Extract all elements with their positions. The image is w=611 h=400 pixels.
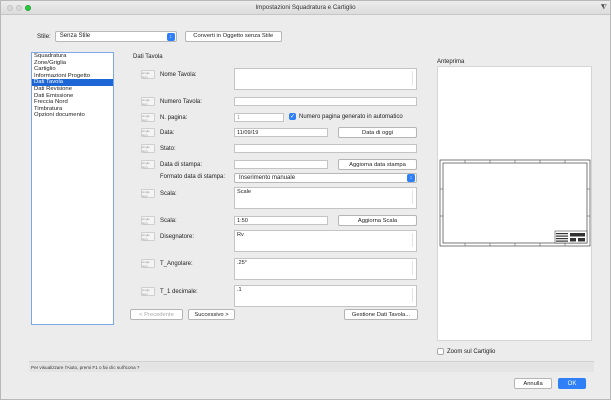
zoom-title-block-label: Zoom sul Cartiglio xyxy=(447,348,496,355)
update-scale-button[interactable]: Aggiorna Scala xyxy=(338,215,417,226)
t-decimale-field[interactable]: .1 xyxy=(234,285,417,307)
formato-data-label: Formato data di stampa: xyxy=(160,174,226,180)
dialog-window: Impostazioni Squadratura e Cartiglio ⧨ S… xyxy=(0,0,611,400)
field-tag[interactable]: single sign xyxy=(141,216,155,225)
disegnatore-value: Rv xyxy=(237,232,244,238)
nome-tavola-field[interactable] xyxy=(234,68,417,90)
disegnatore-row: single sign Disegnatore: xyxy=(141,232,194,241)
data-field[interactable]: 11/09/19 xyxy=(234,128,328,137)
window-title: Impostazioni Squadratura e Cartiglio xyxy=(255,4,356,11)
update-print-date-button[interactable]: Aggiorna data stampa xyxy=(338,159,417,170)
numero-tavola-label: Numero Tavola: xyxy=(160,98,202,105)
scala-label: Scala: xyxy=(160,217,177,224)
chevron-updown-icon: ↕ xyxy=(166,32,175,41)
scrollbar[interactable] xyxy=(412,190,415,204)
field-tag[interactable]: single sign xyxy=(141,128,155,137)
sheet-border-preview xyxy=(439,159,591,247)
t-angolare-label: T_Angolare: xyxy=(160,260,193,267)
sidebar-item-informazioni-progetto[interactable]: Informazioni Progetto xyxy=(32,73,113,80)
convert-unstyled-button[interactable]: Converti in Oggetto senza Stile xyxy=(184,30,282,42)
scala-text-value: Scale xyxy=(237,189,251,195)
cancel-button[interactable]: Annulla xyxy=(514,378,552,389)
chevron-updown-icon: ↕ xyxy=(407,174,415,182)
nome-tavola-label: Nome Tavola: xyxy=(160,71,197,78)
auto-page-number-checkbox[interactable]: ✓ xyxy=(289,113,296,120)
sidebar-item-zone-griglia[interactable]: Zone/Griglia xyxy=(32,60,113,67)
previous-button[interactable]: < Precedente xyxy=(130,309,183,320)
n-pagina-row: single sign N. pagina: xyxy=(141,113,187,122)
sidebar-item-cartiglio[interactable]: Cartiglio xyxy=(32,66,113,73)
data-stampa-row: single sign Data di stampa: xyxy=(141,160,202,169)
data-row: single sign Data: xyxy=(141,128,174,137)
sidebar-item-dati-emissione[interactable]: Dati Emissione xyxy=(32,93,113,100)
scala-text-field[interactable]: Scale xyxy=(234,187,417,209)
field-tag[interactable]: single sign xyxy=(141,189,155,198)
scrollbar[interactable] xyxy=(412,233,415,247)
zoom-title-block-row[interactable]: Zoom sul Cartiglio xyxy=(437,348,495,355)
n-pagina-field[interactable]: 1 xyxy=(234,113,284,122)
stato-label: Stato: xyxy=(160,145,176,152)
auto-page-number-row[interactable]: ✓ Numero pagina generato in automatico xyxy=(289,113,403,120)
stato-field[interactable] xyxy=(234,144,417,153)
style-row: Stile: Senza Stile ↕ Converti in Oggetto… xyxy=(37,30,282,42)
scrollbar[interactable] xyxy=(412,288,415,302)
sidebar-item-dati-tavola[interactable]: Dati Tavola xyxy=(32,79,113,86)
scala-row: single sign Scala: xyxy=(141,216,177,225)
scala-text-label: Scala: xyxy=(160,190,177,197)
category-list[interactable]: Squadratura Zone/Griglia Cartiglio Infor… xyxy=(31,52,114,325)
ok-button[interactable]: OK xyxy=(558,378,586,389)
next-button[interactable]: Successivo > xyxy=(188,309,235,320)
field-tag[interactable]: single sign xyxy=(141,144,155,153)
sidebar-item-dati-revisione[interactable]: Dati Revisione xyxy=(32,86,113,93)
sidebar-item-squadratura[interactable]: Squadratura xyxy=(32,53,113,60)
preview-panel xyxy=(437,66,592,341)
sidebar-item-opzioni-documento[interactable]: Opzioni documento xyxy=(32,112,113,119)
field-tag[interactable]: single sign xyxy=(141,97,155,106)
style-select[interactable]: Senza Stile ↕ xyxy=(54,30,177,42)
today-date-button[interactable]: Data di oggi xyxy=(338,127,417,138)
field-tag[interactable]: single sign xyxy=(141,287,155,296)
data-stampa-field[interactable] xyxy=(234,160,328,169)
sidebar-item-freccia-nord[interactable]: Freccia Nord xyxy=(32,99,113,106)
help-hint: Per visualizzare l'Aiuto, premi F1 o fai… xyxy=(31,365,140,370)
t-decimale-value: .1 xyxy=(237,287,242,293)
style-select-value: Senza Stile xyxy=(59,33,91,39)
disegnatore-label: Disegnatore: xyxy=(160,233,195,240)
field-tag[interactable]: single sign xyxy=(141,160,155,169)
formato-data-value: Inserimento manuale xyxy=(239,175,296,181)
scrollbar[interactable] xyxy=(412,71,415,85)
nome-tavola-row: single sign Nome Tavola: xyxy=(141,70,197,79)
scrollbar[interactable] xyxy=(412,261,415,275)
n-pagina-label: N. pagina: xyxy=(160,114,188,121)
disegnatore-field[interactable]: Rv xyxy=(234,230,417,252)
preview-title: Anteprima xyxy=(437,59,465,65)
field-tag[interactable]: single sign xyxy=(141,113,155,122)
scala-text-row: single sign Scala: xyxy=(141,189,177,198)
data-label: Data: xyxy=(160,129,175,136)
scala-field[interactable]: 1:50 xyxy=(234,216,328,225)
manage-sheet-data-button[interactable]: Gestione Dati Tavola... xyxy=(344,309,418,320)
stato-row: single sign Stato: xyxy=(141,144,176,153)
data-stampa-label: Data di stampa: xyxy=(160,161,203,168)
t-decimale-label: T_1 decimale: xyxy=(160,288,198,295)
t-angolare-value: .25° xyxy=(237,260,248,266)
filter-icon[interactable]: ⧨ xyxy=(601,4,607,12)
t-angolare-row: single sign T_Angolare: xyxy=(141,259,193,268)
sidebar-item-timbratura[interactable]: Timbratura xyxy=(32,106,113,113)
field-tag[interactable]: single sign xyxy=(141,70,155,79)
auto-page-number-label: Numero pagina generato in automatico xyxy=(299,113,403,120)
style-label: Stile: xyxy=(37,32,51,40)
section-title: Dati Tavola xyxy=(133,54,163,60)
numero-tavola-row: single sign Numero Tavola: xyxy=(141,97,202,106)
title-bar: Impostazioni Squadratura e Cartiglio ⧨ xyxy=(1,1,610,15)
numero-tavola-field[interactable] xyxy=(234,97,417,106)
field-tag[interactable]: single sign xyxy=(141,259,155,268)
t-angolare-field[interactable]: .25° xyxy=(234,258,417,280)
zoom-title-block-checkbox[interactable] xyxy=(437,348,444,355)
field-tag[interactable]: single sign xyxy=(141,232,155,241)
formato-data-select[interactable]: Inserimento manuale ↕ xyxy=(234,173,417,183)
t-decimale-row: single sign T_1 decimale: xyxy=(141,287,198,296)
